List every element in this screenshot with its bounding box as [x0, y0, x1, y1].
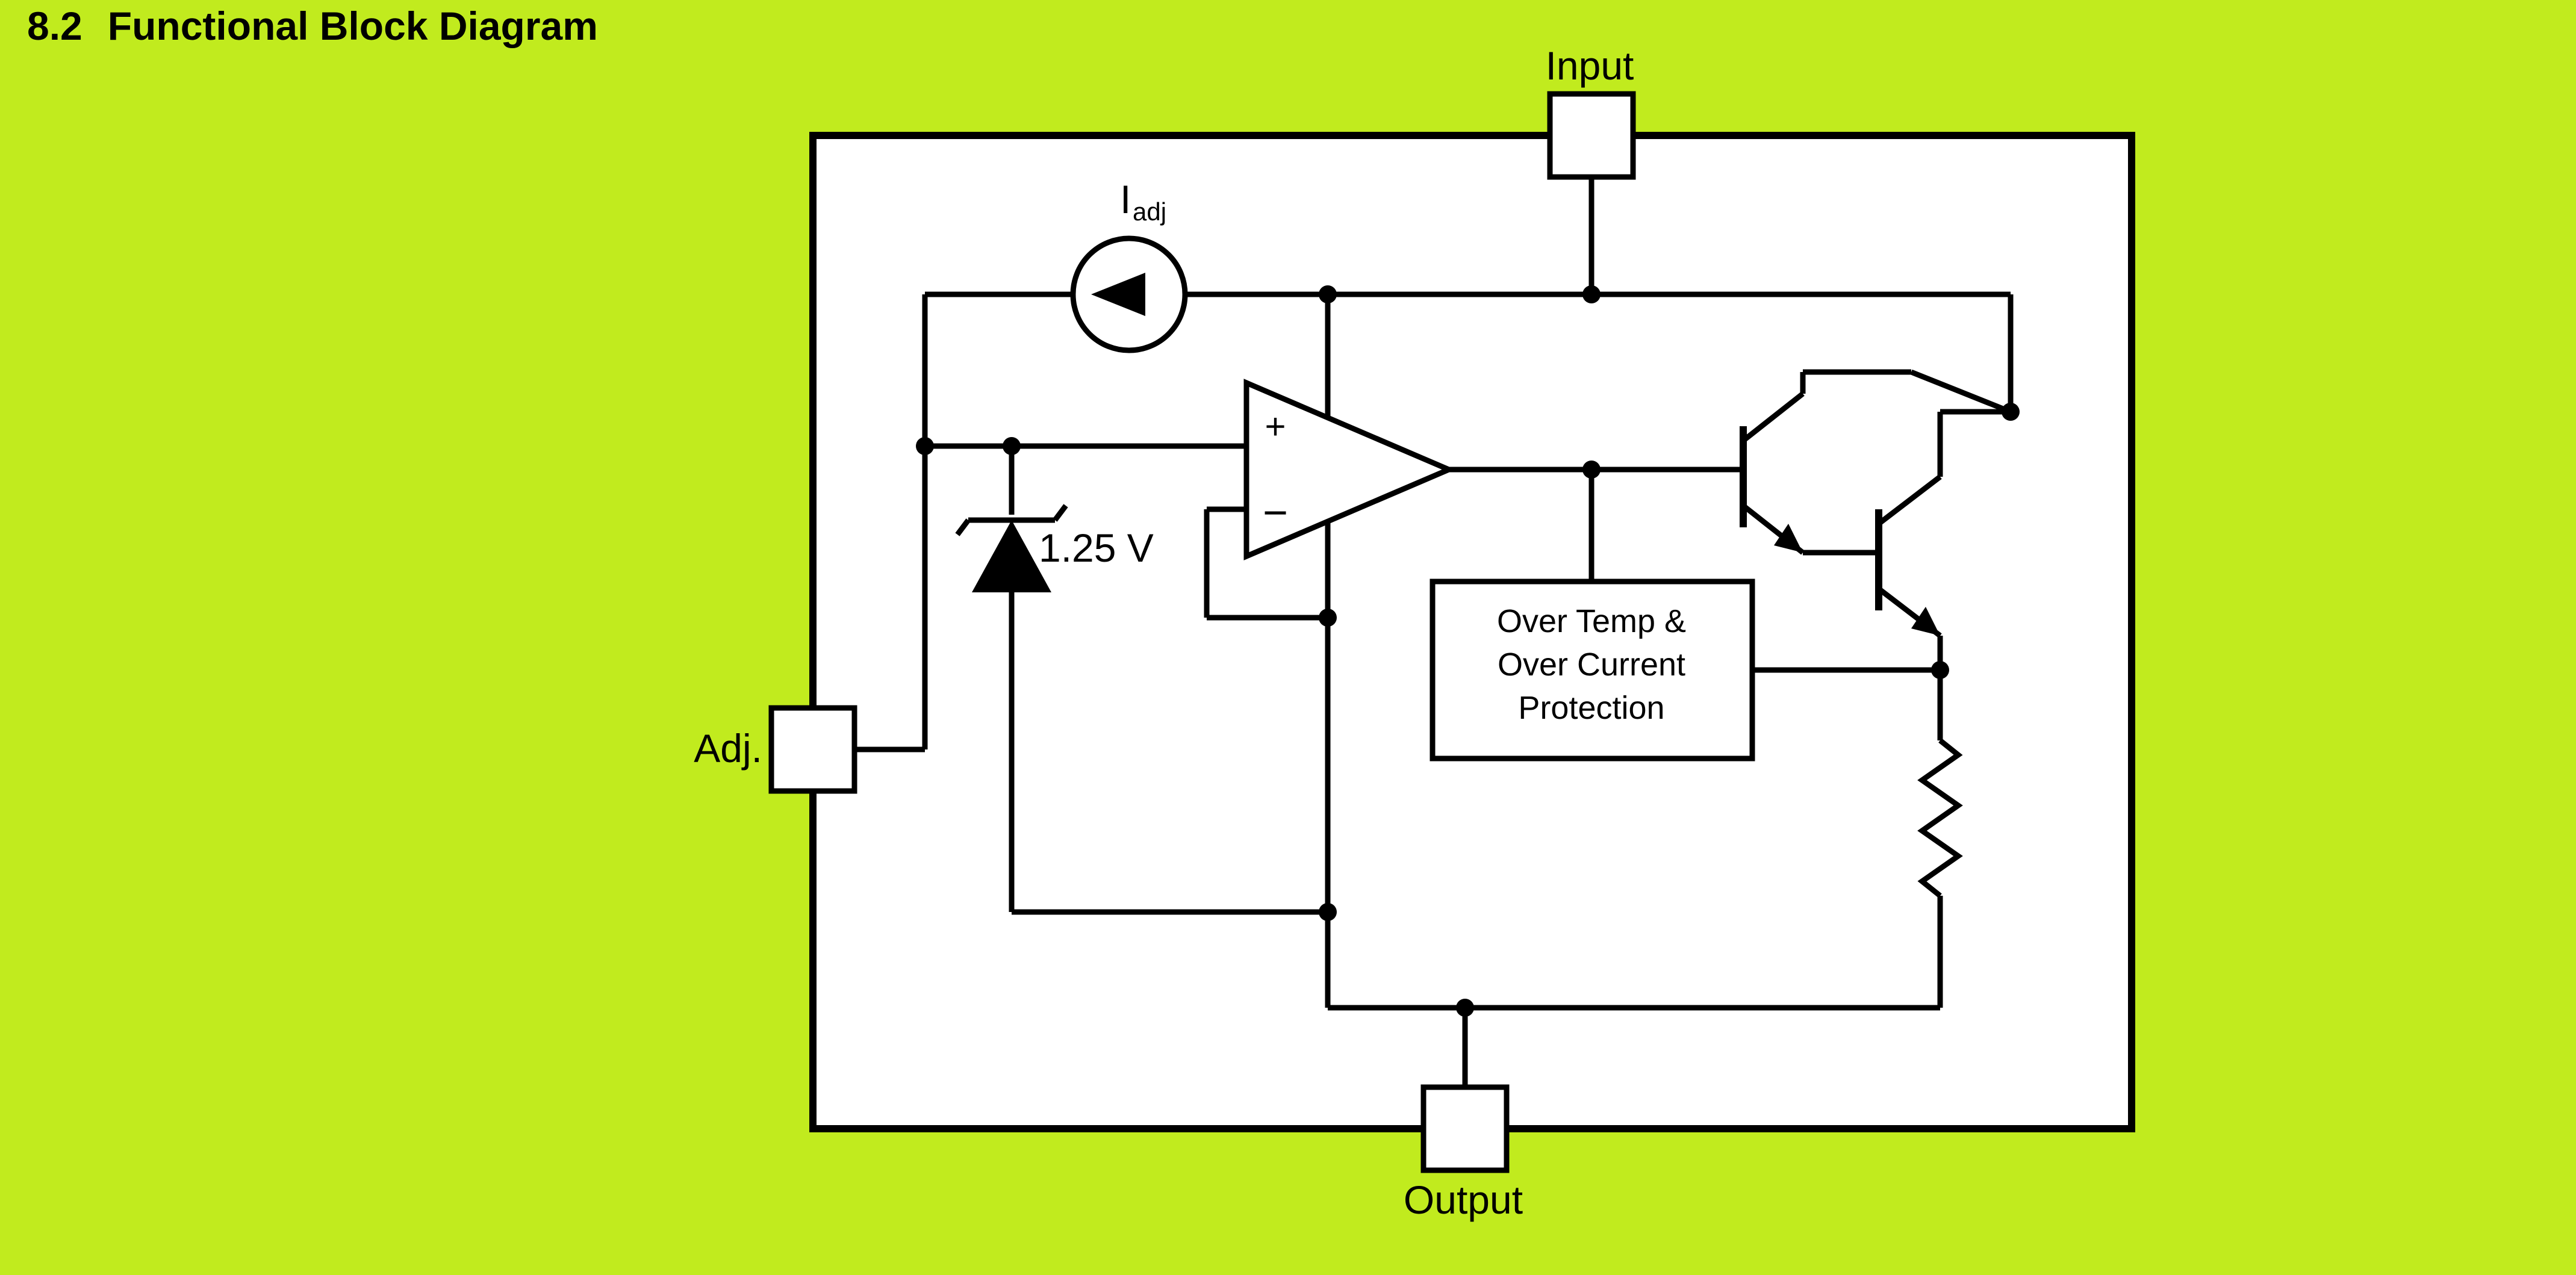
output-pin-label: Output: [1404, 1177, 1523, 1222]
input-pin-pad: [1550, 94, 1633, 177]
functional-block-diagram: Input Output Adj. I adj: [0, 0, 2576, 1275]
iadj-label-sub: adj: [1133, 197, 1166, 226]
opamp-minus-label: −: [1263, 489, 1288, 537]
protection-line2: Over Current: [1498, 647, 1685, 683]
opamp-plus-label: +: [1265, 406, 1286, 447]
protection-line3: Protection: [1518, 690, 1664, 726]
protection-line1: Over Temp &: [1497, 603, 1686, 639]
output-pin-pad: [1423, 1087, 1507, 1170]
vref-label: 1.25 V: [1039, 526, 1154, 570]
input-pin-label: Input: [1546, 43, 1634, 88]
adj-pin-pad: [771, 708, 854, 791]
iadj-label-letter: I: [1120, 177, 1131, 222]
adj-pin-label: Adj.: [694, 726, 762, 771]
